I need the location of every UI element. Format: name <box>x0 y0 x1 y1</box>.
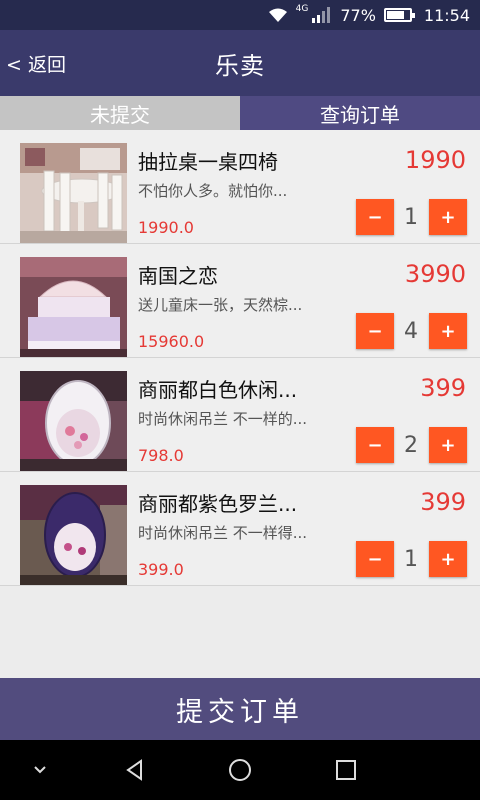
item-price: 3990 <box>404 260 466 288</box>
item-subtotal: 798.0 <box>138 446 184 465</box>
item-price: 399 <box>420 488 466 516</box>
wifi-icon <box>268 7 288 23</box>
increase-quantity-button[interactable]: + <box>429 199 467 235</box>
network-type: 4G <box>295 4 309 14</box>
item-price: 399 <box>420 374 466 402</box>
recents-nav-icon[interactable] <box>326 740 366 800</box>
back-button[interactable]: < 返回 <box>6 30 66 96</box>
item-subtotal: 399.0 <box>138 560 184 579</box>
tab-query-orders[interactable]: 查询订单 <box>240 96 480 130</box>
item-description: 不怕你人多。就怕你... <box>138 182 288 200</box>
purple-hanging-chair-image <box>20 485 127 585</box>
item-name: 商丽都白色休闲... <box>138 378 298 402</box>
list-item[interactable]: 商丽都紫色罗兰... 时尚休闲吊兰 不一样得... 399.0 399 − 1 … <box>0 472 480 586</box>
quantity-value: 2 <box>404 432 418 458</box>
clock: 11:54 <box>423 5 470 25</box>
page-title: 乐卖 <box>215 51 265 80</box>
chevron-down-icon[interactable] <box>20 740 60 800</box>
submit-order-button[interactable]: 提交订单 <box>0 678 480 740</box>
title-bar: < 返回 乐卖 <box>0 30 480 96</box>
item-price: 1990 <box>404 146 466 174</box>
increase-quantity-button[interactable]: + <box>429 427 467 463</box>
item-name: 商丽都紫色罗兰... <box>138 492 298 516</box>
quantity-value: 4 <box>404 318 418 344</box>
list-item[interactable]: 南国之恋 送儿童床一张，天然棕... 15960.0 3990 − 4 + <box>0 244 480 358</box>
decrease-quantity-button[interactable]: − <box>356 427 394 463</box>
system-nav-bar <box>0 740 480 800</box>
item-name: 抽拉桌一桌四椅 <box>138 150 278 174</box>
quantity-value: 1 <box>404 546 418 572</box>
decrease-quantity-button[interactable]: − <box>356 313 394 349</box>
tab-bar: 未提交 查询订单 <box>0 96 480 130</box>
white-hanging-chair-image <box>20 371 127 471</box>
item-description: 时尚休闲吊兰 不一样的... <box>138 410 308 428</box>
item-subtotal: 1990.0 <box>138 218 194 237</box>
increase-quantity-button[interactable]: + <box>429 313 467 349</box>
quantity-value: 1 <box>404 204 418 230</box>
signal-icon <box>310 7 332 23</box>
increase-quantity-button[interactable]: + <box>429 541 467 577</box>
list-item[interactable]: 商丽都白色休闲... 时尚休闲吊兰 不一样的... 798.0 399 − 2 … <box>0 358 480 472</box>
list-item[interactable]: 抽拉桌一桌四椅 不怕你人多。就怕你... 1990.0 1990 − 1 + <box>0 130 480 244</box>
item-name: 南国之恋 <box>138 264 218 288</box>
home-nav-icon[interactable] <box>220 740 260 800</box>
dining-set-image <box>20 143 127 243</box>
back-nav-icon[interactable] <box>115 740 155 800</box>
tab-unsubmitted[interactable]: 未提交 <box>0 96 240 130</box>
item-subtotal: 15960.0 <box>138 332 205 351</box>
decrease-quantity-button[interactable]: − <box>356 541 394 577</box>
back-label: < 返回 <box>6 53 66 76</box>
bed-image <box>20 257 127 357</box>
item-description: 时尚休闲吊兰 不一样得... <box>138 524 308 542</box>
battery-icon <box>383 8 415 22</box>
decrease-quantity-button[interactable]: − <box>356 199 394 235</box>
status-bar: 4G 77% 11:54 <box>0 0 480 30</box>
cart-list: 抽拉桌一桌四椅 不怕你人多。就怕你... 1990.0 1990 − 1 + 南… <box>0 130 480 586</box>
item-description: 送儿童床一张，天然棕... <box>138 296 303 314</box>
battery-percent: 77% <box>340 5 376 25</box>
